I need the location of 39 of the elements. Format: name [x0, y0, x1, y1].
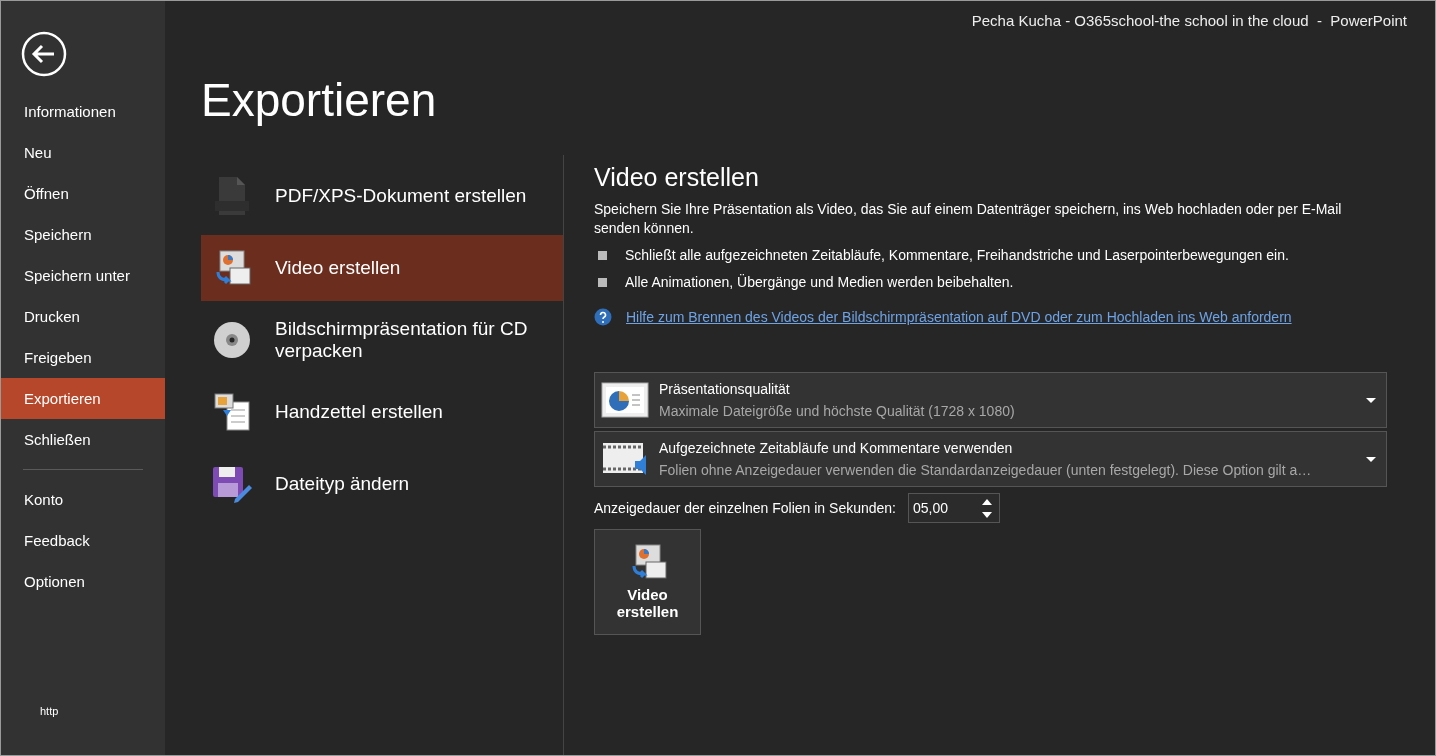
- field-label: Anzeigedauer der einzelnen Folien in Sekunden:: [594, 500, 896, 516]
- sidebar-item[interactable]: Neu: [1, 132, 165, 173]
- bullet-text: Alle Animationen, Übergänge und Medien werden beibehalten.: [625, 273, 1014, 292]
- help-icon: [594, 308, 612, 326]
- document-icon: [213, 175, 251, 217]
- sidebar-item[interactable]: Freigeben: [1, 337, 165, 378]
- description-text: Speichern Sie Ihre Präsentation als Video, das Sie auf einem Datenträger speichern, ins Web hochladen oder per E-Mail senden können.: [594, 200, 1343, 238]
- sidebar-item[interactable]: Feedback: [1, 520, 165, 561]
- help-link[interactable]: Hilfe zum Brennen des Videos der Bildschirmpräsentation auf DVD oder zum Hochladen ins Web anfordern: [626, 309, 1292, 325]
- disc-icon: [213, 321, 251, 359]
- create-video-button[interactable]: Video erstellen: [594, 529, 701, 635]
- caret-icon: [1366, 456, 1376, 462]
- presentation-icon: [601, 381, 649, 419]
- dropdown[interactable]: Präsentationsqualität Maximale Dateigröße und höchste Qualität (1728 x 1080): [594, 372, 1387, 428]
- sidebar-item[interactable]: Speichern: [1, 214, 165, 255]
- sidebar-item[interactable]: Optionen: [1, 561, 165, 602]
- sidebar-item[interactable]: Speichern unter: [1, 255, 165, 296]
- section-heading: Video erstellen: [594, 163, 760, 192]
- export-option[interactable]: PDF/XPS-Dokument erstellen: [201, 163, 563, 229]
- bullet-icon: [598, 278, 607, 287]
- sidebar-item[interactable]: Schließen: [1, 419, 165, 460]
- caret-icon: [1366, 397, 1376, 403]
- page-title: Exportieren: [201, 73, 438, 127]
- sidebar-item[interactable]: Konto: [1, 479, 165, 520]
- export-option[interactable]: Dateityp ändern: [201, 451, 563, 517]
- export-option[interactable]: Bildschirmpräsentation für CD verpacken: [201, 307, 563, 373]
- sidebar-item[interactable]: Informationen: [1, 91, 165, 132]
- bullet-icon: [598, 251, 607, 260]
- export-option[interactable]: Handzettel erstellen: [201, 379, 563, 445]
- footer-text: http: [40, 705, 59, 717]
- window-title: Pecha Kucha - O365school-the school in the cloud - PowerPoint: [971, 11, 1408, 29]
- sidebar-item[interactable]: Öffnen: [1, 173, 165, 214]
- bullet-text: Schließt alle aufgezeichneten Zeitabläufe, Kommentare, Freihandstriche und Laserpointerbewegungen ein.: [625, 246, 1289, 265]
- back-button[interactable]: [21, 31, 67, 77]
- export-option[interactable]: Video erstellen: [201, 235, 563, 301]
- sidebar-item[interactable]: Drucken: [1, 296, 165, 337]
- sidebar-item[interactable]: Exportieren: [1, 378, 165, 419]
- dropdown[interactable]: Aufgezeichnete Zeitabläufe und Kommentare verwenden Folien ohne Anzeigedauer verwenden die Standardanzeigedauer (unten festgelegt). Diese Option gilt a…: [594, 431, 1387, 487]
- handout-icon: [213, 392, 251, 432]
